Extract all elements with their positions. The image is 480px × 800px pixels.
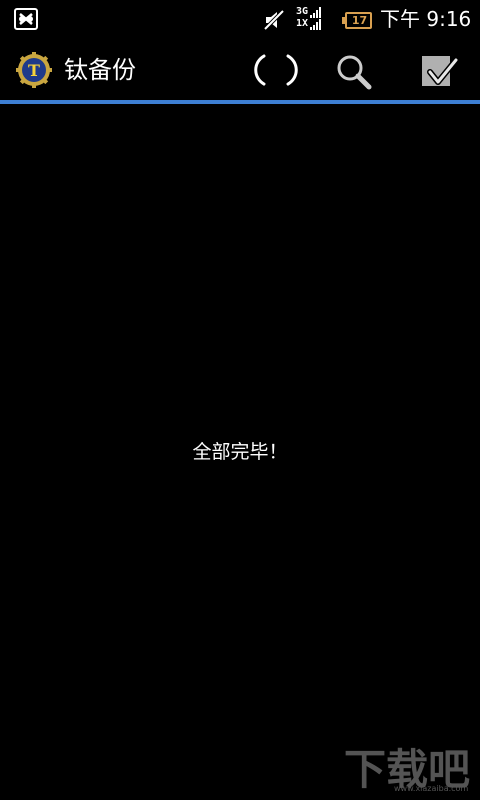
status-bar: 3G 1X 17 下午 9:16 <box>0 0 480 38</box>
search-icon[interactable] <box>334 52 374 92</box>
network-type-1x: 1X <box>296 18 309 29</box>
signal-bars-bottom <box>310 19 322 30</box>
action-bar: T 钛备份 <box>0 38 480 100</box>
app-title: 钛备份 <box>64 56 136 84</box>
watermark-url: www.xiazaiba.com <box>394 784 469 793</box>
signal-icon: 3G 1X <box>296 6 336 32</box>
battery-icon: 17 <box>342 12 372 29</box>
signal-bars-top <box>310 7 322 18</box>
network-type-3g: 3G <box>296 6 309 17</box>
completion-message: 全部完毕！ <box>192 441 288 463</box>
svg-text:T: T <box>28 61 40 80</box>
titanium-backup-logo[interactable]: T <box>16 52 52 88</box>
select-all-icon[interactable] <box>416 50 460 92</box>
mute-icon <box>263 9 285 31</box>
notification-app-icon <box>14 8 38 30</box>
loading-spinner <box>254 54 298 86</box>
main-content: 全部完毕！ <box>0 104 480 800</box>
status-time: 下午 9:16 <box>380 7 472 31</box>
battery-level: 17 <box>351 14 368 27</box>
